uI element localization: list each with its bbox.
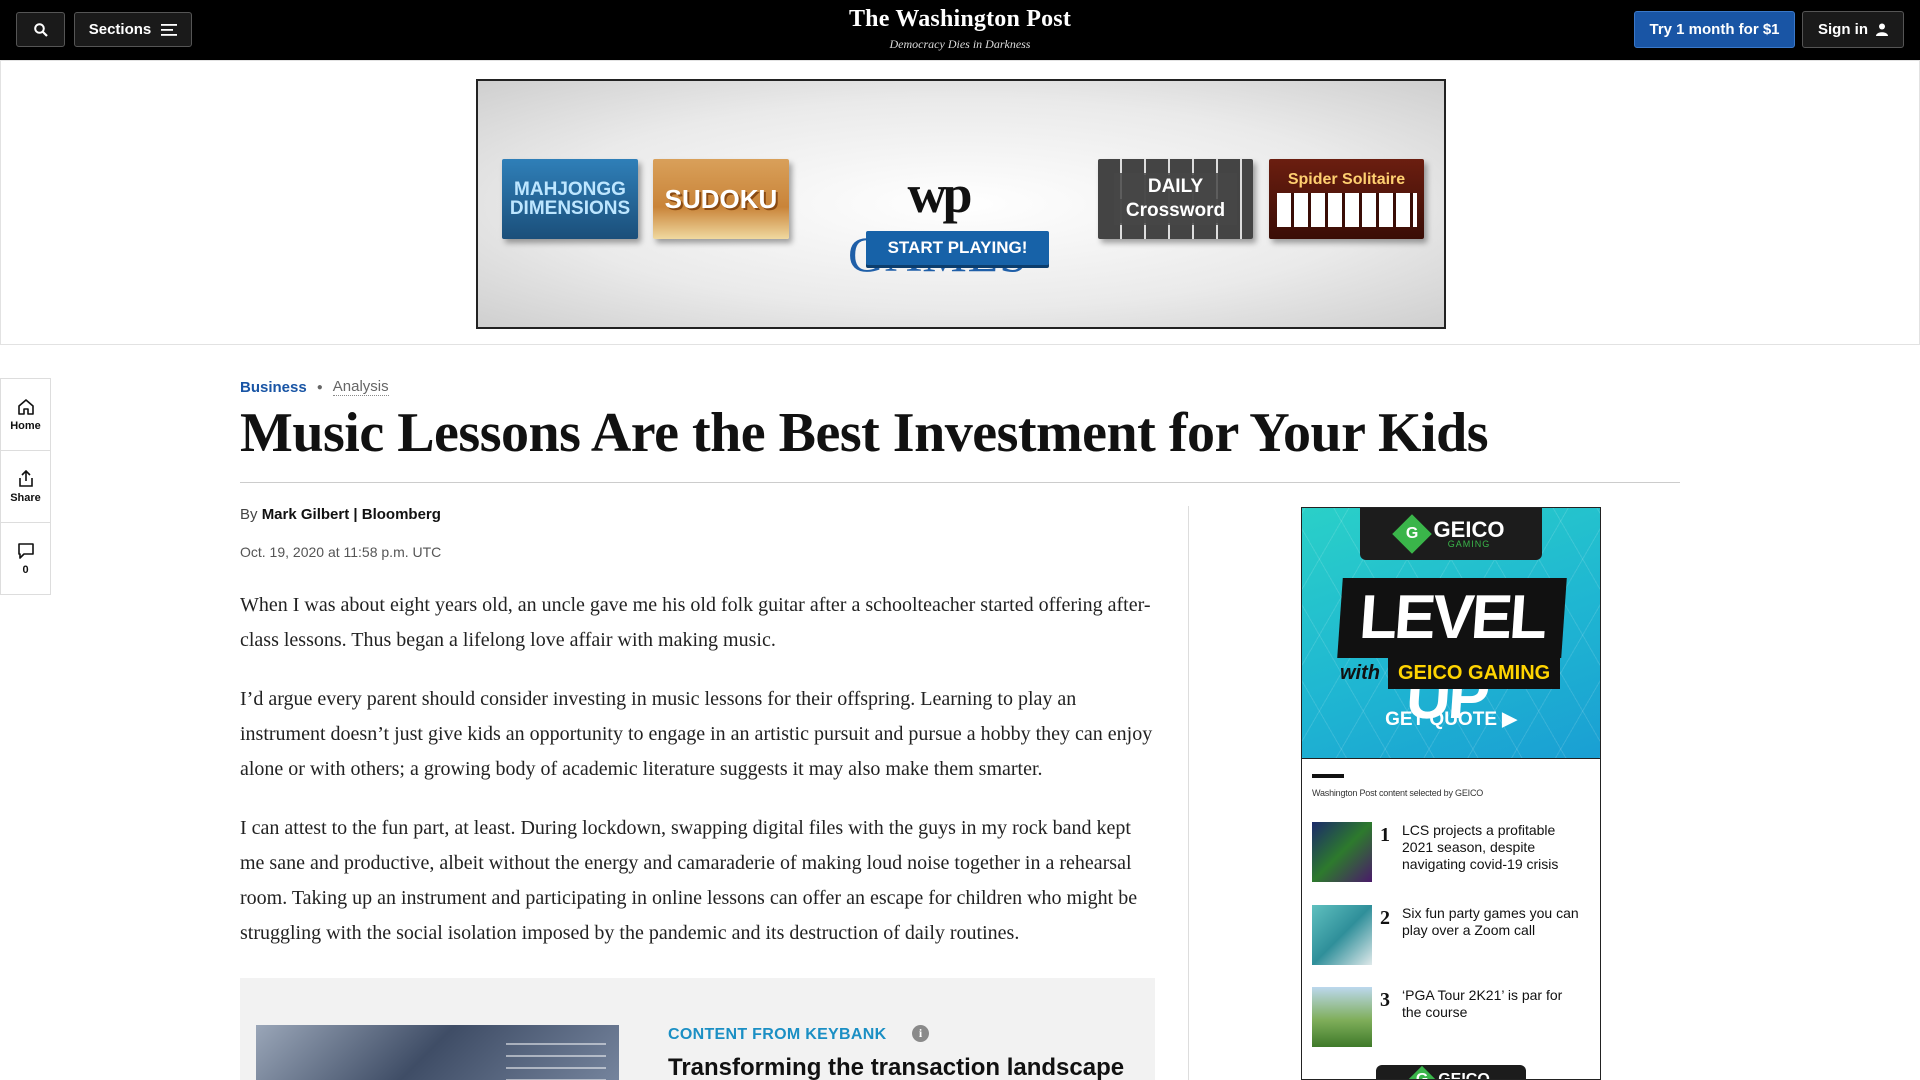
list-accent-bar [1312,774,1344,778]
wp-logo-mark: wp [907,164,972,224]
daily-crossword-line2: Crossword [1119,199,1232,223]
search-button[interactable] [16,12,65,47]
article-paragraph: I’d argue every parent should consider i… [240,688,1153,780]
list-item-title: Six fun party games you can play over a … [1402,905,1579,938]
mahjongg-tile[interactable]: MAHJONGG DIMENSIONS [502,159,638,239]
byline-prefix: By [240,506,258,523]
top-navigation-bar: Sections The Washington Post Democracy D… [0,0,1920,60]
article-body: When I was about eight years old, an unc… [240,588,1155,975]
list-item-title: ‘PGA Tour 2K21’ is par for the course [1402,987,1563,1020]
level-up-headline: LEVEL UP [1337,578,1567,732]
geico-footer-logo: G GEICO [1376,1065,1526,1080]
list-item[interactable]: 2 Six fun party games you can play over … [1312,905,1592,965]
solitaire-cards-graphic [1276,193,1417,227]
sponsored-label: CONTENT FROM KEYBANK [668,1026,887,1043]
list-item-thumbnail [1312,987,1372,1047]
publish-date: Oct. 19, 2020 at 11:58 p.m. UTC [240,544,442,560]
home-label: Home [10,419,41,432]
list-item[interactable]: 1 LCS projects a profitable 2021 season,… [1312,822,1592,882]
geico-g-icon: G [1391,514,1432,554]
sign-in-label: Sign in [1818,21,1868,38]
home-icon [17,398,34,415]
geico-gaming-logo: G GEICO GAMING [1360,508,1542,560]
left-share-rail: Home Share 0 [0,378,51,595]
sponsored-title[interactable]: Transforming the transaction landscape [668,1054,1124,1080]
list-item[interactable]: 3 ‘PGA Tour 2K21’ is par for the course [1312,987,1592,1047]
comments-button[interactable]: 0 [1,523,50,595]
article-paragraph: I can attest to the fun part, at least. … [240,817,1138,944]
top-ad-region: MAHJONGG DIMENSIONS SUDOKU wp GAMES STAR… [0,60,1920,345]
comment-icon [17,543,34,559]
list-item-number: 1 [1380,824,1390,846]
byline: By Mark Gilbert | Bloomberg [240,506,441,523]
get-quote-button[interactable]: GET QUOTE ▶ [1302,708,1600,731]
geico-g-icon: G [1408,1065,1437,1079]
article-kicker: Business ● Analysis [240,378,389,396]
subscribe-offer-button[interactable]: Try 1 month for $1 [1634,11,1795,48]
article-headline: Music Lessons Are the Best Investment fo… [240,402,1489,464]
sponsor-note: Washington Post content selected by GEIC… [1312,788,1484,798]
share-icon [18,469,33,487]
user-icon [1876,23,1888,36]
spider-solitaire-title: Spider Solitaire [1287,171,1406,188]
geico-wordmark-footer: GEICO [1438,1070,1490,1080]
kicker-separator: ● [316,381,323,393]
with-text: with [1340,662,1380,684]
list-item-thumbnail [1312,905,1372,965]
list-item-number: 2 [1380,907,1390,929]
section-link-business[interactable]: Business [240,379,307,396]
spider-solitaire-tile[interactable]: Spider Solitaire [1269,159,1424,239]
sponsored-content-module[interactable]: CONTENT FROM KEYBANK i Transforming the … [240,978,1155,1080]
author-link[interactable]: Mark Gilbert | Bloomberg [262,506,441,523]
wp-games-logo: wp GAMES [818,163,1058,283]
list-item-thumbnail [1312,822,1372,882]
info-icon[interactable]: i [912,1025,929,1042]
geico-wordmark: GEICO GAMING [1433,517,1505,549]
logo-tagline: Democracy Dies in Darkness [889,37,1031,51]
sponsored-image[interactable] [256,1025,619,1080]
share-label: Share [10,491,41,504]
list-item-number: 3 [1380,989,1390,1011]
list-item-title: LCS projects a profitable 2021 season, d… [1402,822,1559,872]
hamburger-menu-icon [161,23,178,36]
search-icon [33,22,48,37]
sign-in-button[interactable]: Sign in [1802,11,1904,48]
geico-side-ad: G GEICO GAMING LEVEL UP with GEICO GAMING… [1301,507,1601,1080]
start-playing-button[interactable]: START PLAYING! [866,231,1049,265]
comments-count: 0 [22,564,29,576]
geico-gaming-label: GEICO GAMING [1388,658,1561,689]
headline-divider [240,482,1680,483]
home-button[interactable]: Home [1,379,50,451]
column-divider [1188,506,1189,1080]
with-geico-gaming: with GEICO GAMING [1340,658,1561,689]
sections-button[interactable]: Sections [74,12,192,47]
sections-label: Sections [88,21,152,38]
sudoku-tile[interactable]: SUDOKU [653,159,789,239]
article-paragraph: When I was about eight years old, an unc… [240,594,1151,651]
daily-crossword-line1: DAILY [1141,175,1210,199]
analysis-label[interactable]: Analysis [332,378,389,396]
share-button[interactable]: Share [1,451,50,523]
daily-crossword-tile[interactable]: DAILY Crossword [1098,159,1253,239]
wp-games-banner-ad[interactable]: MAHJONGG DIMENSIONS SUDOKU wp GAMES STAR… [476,79,1446,329]
site-logo[interactable]: The Washington Post Democracy Dies in Da… [760,6,1160,52]
geico-level-up-banner[interactable]: G GEICO GAMING LEVEL UP with GEICO GAMING… [1302,508,1600,758]
geico-content-list: Washington Post content selected by GEIC… [1302,758,1600,1080]
logo-wordmark: The Washington Post [848,6,1072,32]
